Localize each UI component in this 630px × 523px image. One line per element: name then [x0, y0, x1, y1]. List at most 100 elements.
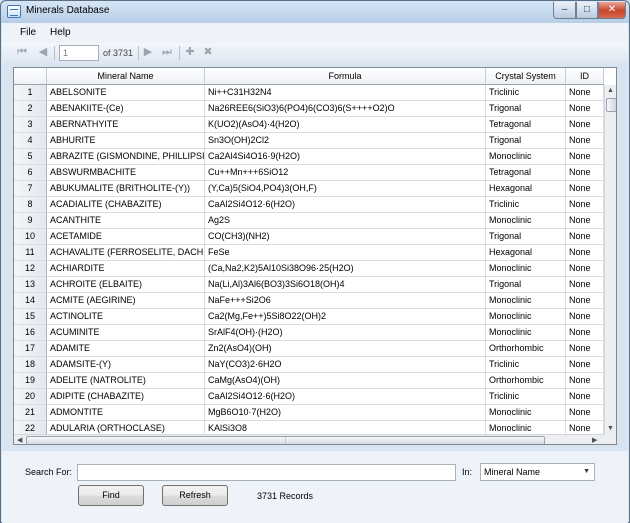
formula-cell[interactable]: Zn2(AsO4)(OH) — [205, 341, 486, 357]
row-number[interactable]: 13 — [14, 277, 47, 293]
row-number[interactable]: 1 — [14, 85, 47, 101]
mineral-name-cell[interactable]: ADAMSITE-(Y) — [47, 357, 205, 373]
crystal-system-cell[interactable]: Trigonal — [486, 229, 566, 245]
column-header-crystal-system[interactable]: Crystal System — [486, 68, 566, 85]
mineral-name-cell[interactable]: ADIPITE (CHABAZITE) — [47, 389, 205, 405]
id-cell[interactable]: None — [566, 405, 604, 421]
row-number[interactable]: 8 — [14, 197, 47, 213]
mineral-name-cell[interactable]: ABHURITE — [47, 133, 205, 149]
row-number[interactable]: 14 — [14, 293, 47, 309]
crystal-system-cell[interactable]: Triclinic — [486, 197, 566, 213]
id-cell[interactable]: None — [566, 213, 604, 229]
id-cell[interactable]: None — [566, 373, 604, 389]
row-number[interactable]: 11 — [14, 245, 47, 261]
vertical-scrollbar[interactable]: ▲ ▼ — [604, 85, 616, 434]
formula-cell[interactable]: SrAlF4(OH)·(H2O) — [205, 325, 486, 341]
scroll-left-icon[interactable]: ◀ — [17, 436, 22, 444]
crystal-system-cell[interactable]: Triclinic — [486, 85, 566, 101]
mineral-name-cell[interactable]: ADELITE (NATROLITE) — [47, 373, 205, 389]
minerals-grid[interactable]: Mineral Name Formula Crystal System ID 1… — [13, 67, 617, 445]
formula-cell[interactable]: Ca2(Mg,Fe++)5Si8O22(OH)2 — [205, 309, 486, 325]
close-button[interactable]: ✕ — [598, 2, 626, 19]
row-number[interactable]: 7 — [14, 181, 47, 197]
formula-cell[interactable]: CaMg(AsO4)(OH) — [205, 373, 486, 389]
id-cell[interactable]: None — [566, 181, 604, 197]
table-row[interactable]: 21 ADMONTITE MgB6O10·7(H2O) Monoclinic None — [14, 405, 604, 421]
table-row[interactable]: 5 ABRAZITE (GISMONDINE, PHILLIPSITE) Ca2Al… — [14, 149, 604, 165]
formula-cell[interactable]: NaFe+++Si2O6 — [205, 293, 486, 309]
mineral-name-cell[interactable]: ACETAMIDE — [47, 229, 205, 245]
row-number[interactable]: 12 — [14, 261, 47, 277]
crystal-system-cell[interactable]: Trigonal — [486, 133, 566, 149]
crystal-system-cell[interactable]: Monoclinic — [486, 213, 566, 229]
formula-cell[interactable]: CO(CH3)(NH2) — [205, 229, 486, 245]
row-number[interactable]: 19 — [14, 373, 47, 389]
formula-cell[interactable]: Ag2S — [205, 213, 486, 229]
table-row[interactable]: 19 ADELITE (NATROLITE) CaMg(AsO4)(OH) Ortho… — [14, 373, 604, 389]
row-header-corner[interactable] — [14, 68, 47, 85]
maximize-button[interactable]: □ — [576, 2, 598, 19]
formula-cell[interactable]: (Y,Ca)5(SiO4,PO4)3(OH,F) — [205, 181, 486, 197]
table-row[interactable]: 1 ABELSONITE Ni++C31H32N4 Triclinic None — [14, 85, 604, 101]
row-number[interactable]: 10 — [14, 229, 47, 245]
vertical-scroll-thumb[interactable] — [606, 98, 616, 112]
scroll-down-icon[interactable]: ▼ — [607, 425, 614, 432]
table-row[interactable]: 3 ABERNATHYITE K(UO2)(AsO4)·4(H2O) Tetragon… — [14, 117, 604, 133]
crystal-system-cell[interactable]: Trigonal — [486, 277, 566, 293]
table-row[interactable]: 12 ACHIARDITE (Ca,Na2,K2)5Al10Si38O96·25(H… — [14, 261, 604, 277]
table-row[interactable]: 4 ABHURITE Sn3O(OH)2Cl2 Trigonal None — [14, 133, 604, 149]
formula-cell[interactable]: Ca2Al4Si4O16·9(H2O) — [205, 149, 486, 165]
id-cell[interactable]: None — [566, 277, 604, 293]
crystal-system-cell[interactable]: Tetragonal — [486, 165, 566, 181]
table-row[interactable]: 11ACHAVALITE (FERROSELITE, DACHIARDFeSeH… — [14, 245, 604, 261]
mineral-name-cell[interactable]: ACUMINITE — [47, 325, 205, 341]
table-row[interactable]: 2 ABENAKIITE-(Ce) Na26REE6(SiO3)6(PO4)6(CO… — [14, 101, 604, 117]
mineral-name-cell[interactable]: ACANTHITE — [47, 213, 205, 229]
id-cell[interactable]: None — [566, 357, 604, 373]
scroll-up-icon[interactable]: ▲ — [607, 87, 614, 94]
table-row[interactable]: 14 ACMITE (AEGIRINE) NaFe+++Si2O6 Monoclini… — [14, 293, 604, 309]
id-cell[interactable]: None — [566, 261, 604, 277]
id-cell[interactable]: None — [566, 117, 604, 133]
row-number[interactable]: 16 — [14, 325, 47, 341]
add-record-icon[interactable]: ✚ — [184, 46, 196, 58]
formula-cell[interactable]: Ni++C31H32N4 — [205, 85, 486, 101]
crystal-system-cell[interactable]: Hexagonal — [486, 245, 566, 261]
page-number-input[interactable] — [59, 45, 99, 61]
id-cell[interactable]: None — [566, 165, 604, 181]
id-cell[interactable]: None — [566, 133, 604, 149]
table-row[interactable]: 8 ACADIALITE (CHABAZITE) CaAl2Si4O12·6(H2O… — [14, 197, 604, 213]
row-number[interactable]: 5 — [14, 149, 47, 165]
id-cell[interactable]: None — [566, 245, 604, 261]
mineral-name-cell[interactable]: ACTINOLITE — [47, 309, 205, 325]
mineral-name-cell[interactable]: ACHAVALITE (FERROSELITE, DACHIARD — [47, 245, 205, 261]
crystal-system-cell[interactable]: Monoclinic — [486, 261, 566, 277]
crystal-system-cell[interactable]: Monoclinic — [486, 405, 566, 421]
mineral-name-cell[interactable]: ABENAKIITE-(Ce) — [47, 101, 205, 117]
formula-cell[interactable]: CaAl2Si4O12·6(H2O) — [205, 197, 486, 213]
crystal-system-cell[interactable]: Monoclinic — [486, 309, 566, 325]
search-field-select[interactable]: Mineral Name ▼ — [480, 463, 595, 481]
id-cell[interactable]: None — [566, 149, 604, 165]
table-row[interactable]: 6 ABSWURMBACHITE Cu++Mn+++6SiO12 Tetragonal… — [14, 165, 604, 181]
first-record-icon[interactable]: ⏮ — [16, 46, 28, 58]
formula-cell[interactable]: CaAl2Si4O12·6(H2O) — [205, 389, 486, 405]
formula-cell[interactable]: Na(Li,Al)3Al6(BO3)3Si6O18(OH)4 — [205, 277, 486, 293]
mineral-name-cell[interactable]: ADMONTITE — [47, 405, 205, 421]
table-row[interactable]: 17 ADAMITE Zn2(AsO4)(OH) Orthorhombic None — [14, 341, 604, 357]
mineral-name-cell[interactable]: ACHIARDITE — [47, 261, 205, 277]
formula-cell[interactable]: MgB6O10·7(H2O) — [205, 405, 486, 421]
crystal-system-cell[interactable]: Triclinic — [486, 357, 566, 373]
formula-cell[interactable]: K(UO2)(AsO4)·4(H2O) — [205, 117, 486, 133]
id-cell[interactable]: None — [566, 325, 604, 341]
row-number[interactable]: 4 — [14, 133, 47, 149]
row-number[interactable]: 6 — [14, 165, 47, 181]
table-row[interactable]: 7 ABUKUMALITE (BRITHOLITE-(Y)) (Y,Ca)5(SiO… — [14, 181, 604, 197]
table-row[interactable]: 16 ACUMINITE SrAlF4(OH)·(H2O) Monoclinic Non… — [14, 325, 604, 341]
crystal-system-cell[interactable]: Orthorhombic — [486, 373, 566, 389]
row-number[interactable]: 18 — [14, 357, 47, 373]
id-cell[interactable]: None — [566, 101, 604, 117]
table-row[interactable]: 9 ACANTHITE Ag2S Monoclinic None — [14, 213, 604, 229]
row-number[interactable]: 2 — [14, 101, 47, 117]
column-header-formula[interactable]: Formula — [205, 68, 486, 85]
